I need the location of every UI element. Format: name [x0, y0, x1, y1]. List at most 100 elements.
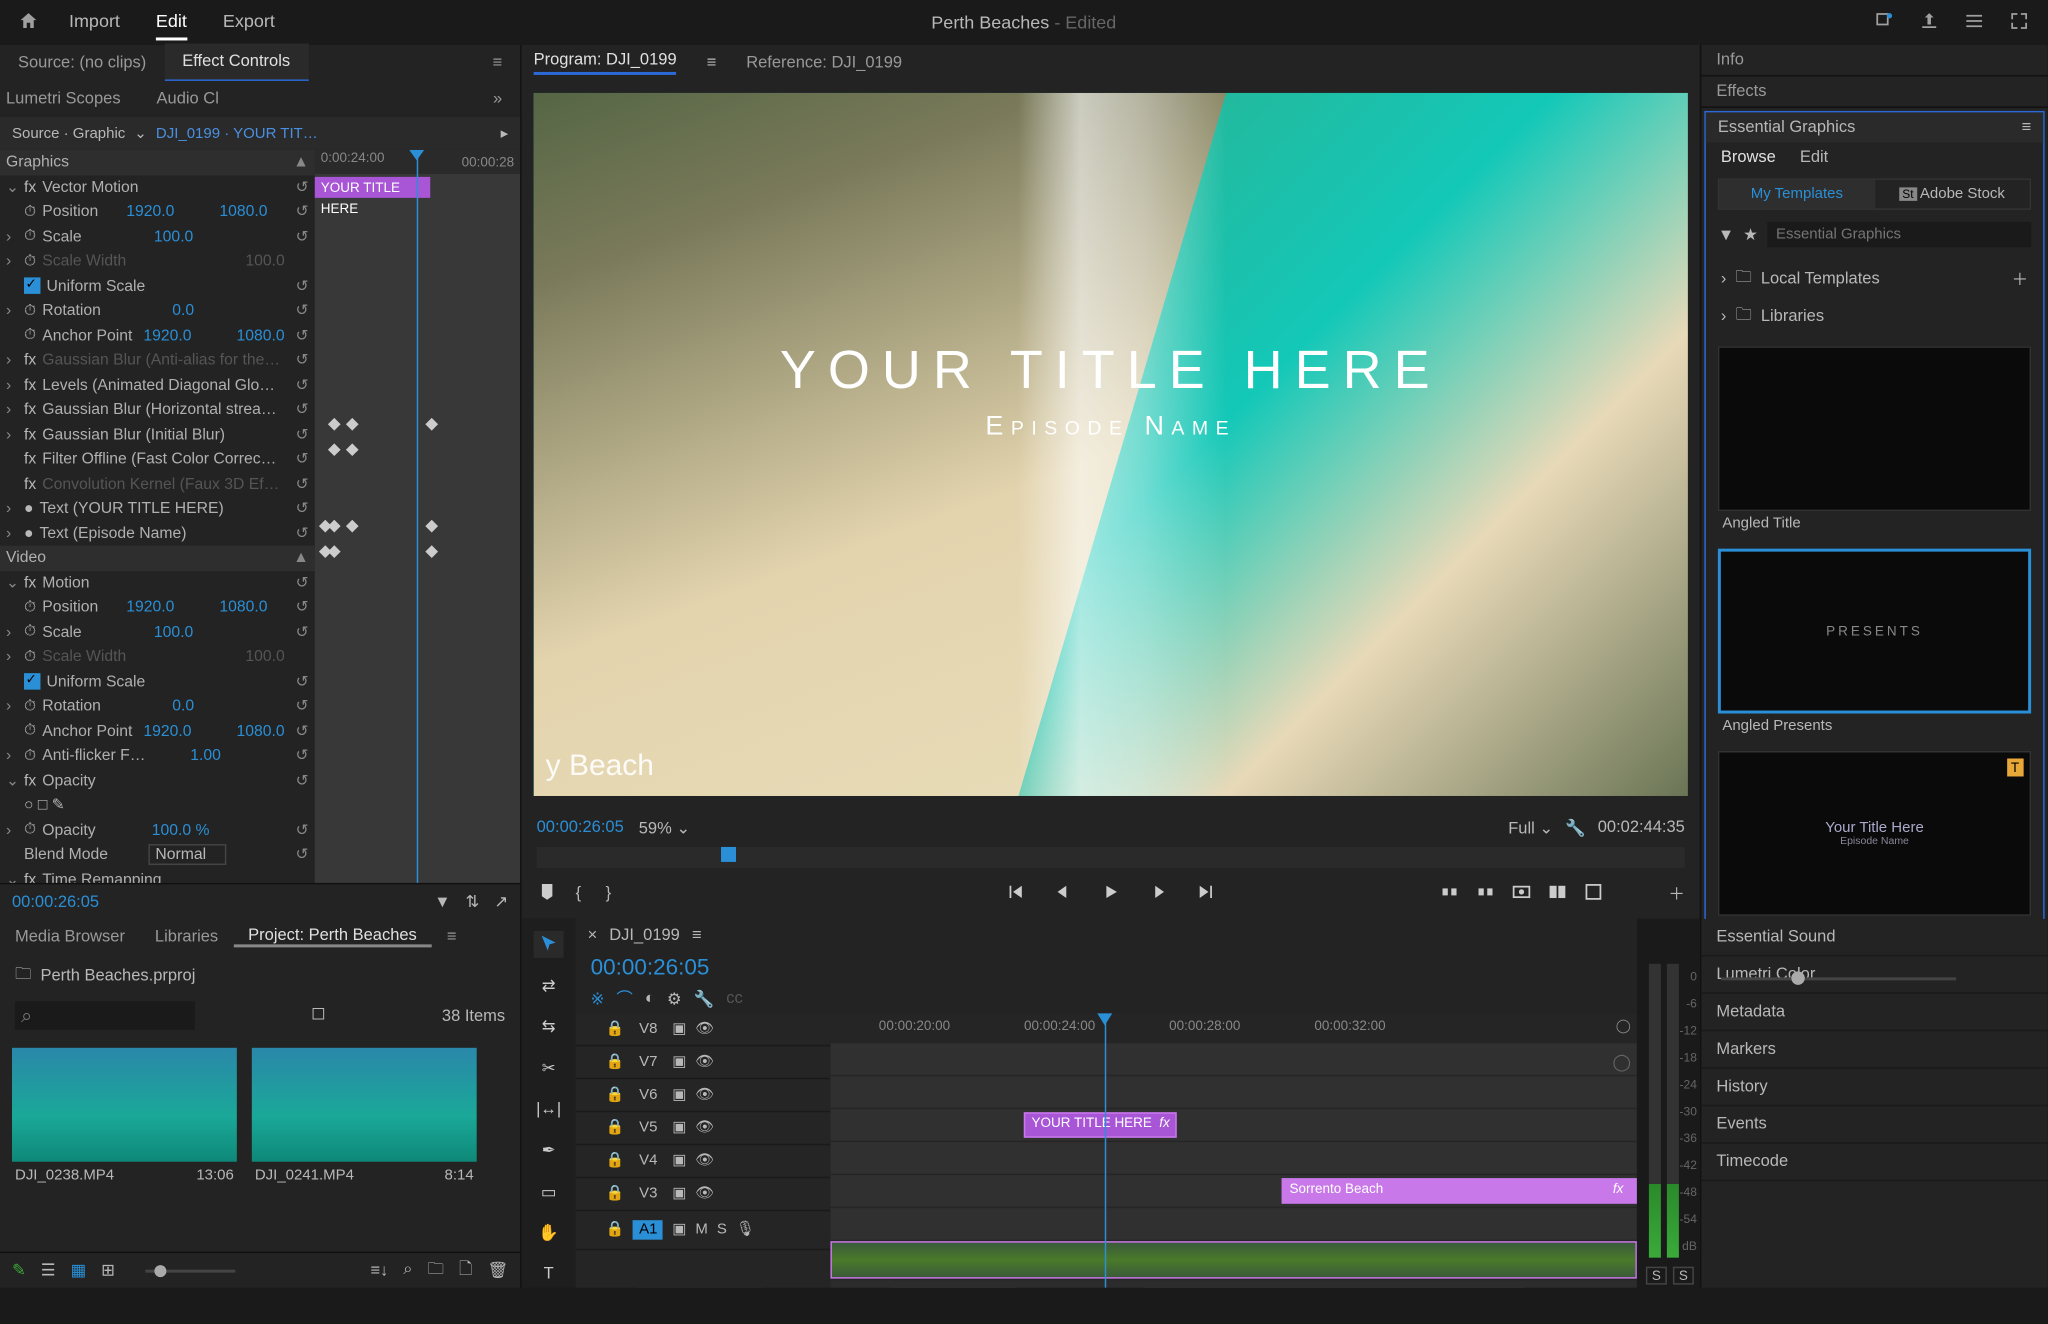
- program-monitor-preview[interactable]: YOUR TITLE HERE Episode Name y Beach: [534, 93, 1688, 796]
- panel-overflow-icon[interactable]: »: [475, 81, 520, 117]
- tl-snap-icon[interactable]: ※: [591, 989, 605, 1008]
- eg-tab-edit[interactable]: Edit: [1800, 148, 1828, 166]
- timeline-menu-icon[interactable]: ≡: [692, 926, 702, 944]
- tl-settings-icon[interactable]: ⚙: [667, 989, 682, 1008]
- program-tab[interactable]: Program: DJI_0199: [534, 51, 677, 75]
- fx-keyframe-area[interactable]: 0:00:24:00 00:00:28 YOUR TITLE HERE: [315, 150, 520, 883]
- tl-wrench-icon[interactable]: 🔧: [694, 989, 715, 1008]
- add-marker-icon[interactable]: [537, 881, 558, 906]
- go-to-out-icon[interactable]: [1196, 881, 1217, 906]
- timeline-playhead[interactable]: [1105, 1013, 1106, 1287]
- fx-rotation[interactable]: Rotation: [42, 302, 101, 320]
- proj-tab-menu-icon[interactable]: ≡: [432, 928, 472, 946]
- workspace-icon[interactable]: [1964, 10, 1985, 35]
- mark-in-icon[interactable]: {: [576, 884, 582, 902]
- panel-metadata[interactable]: Metadata: [1701, 994, 2047, 1031]
- program-zoom-dropdown[interactable]: 59% ⌄: [639, 818, 690, 837]
- fx-section-graphics[interactable]: Graphics: [6, 153, 69, 171]
- safe-margins-icon[interactable]: [1583, 881, 1604, 906]
- track-v4[interactable]: V4: [633, 1153, 663, 1169]
- timeline-timecode[interactable]: 00:00:26:05: [576, 952, 1637, 983]
- share-icon[interactable]: [1919, 10, 1940, 35]
- tool-razor[interactable]: ✂: [534, 1055, 564, 1081]
- fx-head-play-icon[interactable]: ▸: [501, 125, 509, 141]
- fx-convolution[interactable]: Convolution Kernel (Faux 3D Ef…: [42, 475, 279, 493]
- program-fit-dropdown[interactable]: Full ⌄: [1508, 818, 1553, 837]
- export-frame-icon[interactable]: [1511, 881, 1532, 906]
- fx-blend-mode[interactable]: Blend Mode: [24, 846, 108, 864]
- fx-position[interactable]: Position: [42, 203, 98, 221]
- panel-markers[interactable]: Markers: [1701, 1031, 2047, 1068]
- panel-timecode[interactable]: Timecode: [1701, 1144, 2047, 1181]
- panel-tab-audio[interactable]: Audio Cl: [139, 81, 237, 117]
- panel-events[interactable]: Events: [1701, 1106, 2047, 1143]
- fx-section-video[interactable]: Video: [6, 549, 46, 567]
- comparison-icon[interactable]: [1547, 881, 1568, 906]
- panel-menu-icon[interactable]: ≡: [475, 45, 521, 81]
- proj-tab-project[interactable]: Project: Perth Beaches: [233, 926, 432, 947]
- wrench-icon[interactable]: 🔧: [1565, 818, 1586, 837]
- fx-text-title[interactable]: Text (YOUR TITLE HERE): [39, 500, 223, 518]
- step-forward-icon[interactable]: [1148, 881, 1169, 906]
- eg-tree-local[interactable]: ›🗀Local Templates＋: [1721, 259, 2028, 296]
- panel-tab-lumetri[interactable]: Lumetri Scopes: [0, 81, 139, 117]
- timeline-ruler[interactable]: 00:00:20:00 00:00:24:00 00:00:28:00 00:0…: [830, 1013, 1636, 1043]
- eg-template-angled-presents[interactable]: PRESENTS Angled Presents: [1718, 549, 2031, 739]
- tl-captions-icon[interactable]: cc: [726, 989, 742, 1007]
- lift-icon[interactable]: [1439, 881, 1460, 906]
- eg-template-angled-title[interactable]: Angled Title: [1718, 346, 2031, 536]
- extract-icon[interactable]: [1475, 881, 1496, 906]
- program-tab-menu-icon[interactable]: ≡: [707, 54, 717, 72]
- proj-delete-icon[interactable]: 🗑: [487, 1261, 508, 1280]
- proj-tab-media-browser[interactable]: Media Browser: [0, 928, 140, 946]
- fx-time-remap[interactable]: Time Remapping: [42, 871, 161, 883]
- top-tab-import[interactable]: Import: [69, 4, 120, 40]
- tool-ripple[interactable]: ⇆: [534, 1014, 564, 1040]
- step-back-icon[interactable]: [1052, 881, 1073, 906]
- tl-link-icon[interactable]: ⌒: [616, 986, 632, 1010]
- solo-left[interactable]: S: [1646, 1267, 1667, 1285]
- track-a1[interactable]: A1: [633, 1220, 663, 1239]
- proj-freeform-icon[interactable]: ⊞: [101, 1261, 115, 1280]
- timeline-sequence-name[interactable]: DJI_0199: [609, 926, 680, 944]
- top-tab-export[interactable]: Export: [223, 4, 275, 40]
- fx-crumb-clip[interactable]: DJI_0199 · YOUR TIT…: [156, 125, 318, 141]
- top-tab-edit[interactable]: Edit: [156, 4, 187, 40]
- proj-new-item-icon[interactable]: 🗋: [459, 1256, 472, 1284]
- fullscreen-icon[interactable]: [2009, 10, 2030, 35]
- tool-type[interactable]: T: [534, 1261, 564, 1287]
- project-search-input[interactable]: [15, 1001, 195, 1029]
- eg-menu-icon[interactable]: ≡: [2022, 118, 2032, 136]
- proj-new-bin-icon[interactable]: 🗀: [427, 1256, 443, 1284]
- fx-footer-timecode[interactable]: 00:00:26:05: [12, 893, 99, 911]
- timeline-clip-title[interactable]: YOUR TITLE HEREfx: [1024, 1112, 1177, 1137]
- fx-gblur-initial[interactable]: Gaussian Blur (Initial Blur): [42, 425, 225, 443]
- track-v7[interactable]: V7: [633, 1054, 663, 1070]
- tool-rectangle[interactable]: ▭: [534, 1179, 564, 1205]
- uniform-scale-checkbox-2[interactable]: [24, 673, 40, 689]
- eg-tree-libraries[interactable]: ›🗀Libraries: [1721, 297, 2028, 334]
- eg-favorite-icon[interactable]: ★: [1743, 225, 1758, 244]
- mark-out-icon[interactable]: }: [606, 884, 612, 902]
- solo-right[interactable]: S: [1673, 1267, 1694, 1285]
- project-clip-0[interactable]: DJI_0238.MP413:06: [12, 1048, 237, 1240]
- eg-toggle-my-templates[interactable]: My Templates: [1719, 180, 1874, 208]
- tool-hand[interactable]: ✋: [534, 1220, 564, 1246]
- fx-opacity[interactable]: Opacity: [42, 772, 95, 790]
- fx-motion[interactable]: Motion: [42, 574, 89, 592]
- fx-gblur-horiz[interactable]: Gaussian Blur (Horizontal strea…: [42, 401, 276, 419]
- timeline-clip-sorrento[interactable]: Sorrento Beachfx: [1282, 1178, 1637, 1203]
- fx-clip-bar[interactable]: YOUR TITLE HERE: [315, 177, 430, 198]
- proj-write-icon[interactable]: ✎: [12, 1261, 26, 1280]
- proj-tab-libraries[interactable]: Libraries: [140, 928, 233, 946]
- tool-track-select[interactable]: ⇄: [534, 972, 564, 998]
- fx-vector-motion[interactable]: Vector Motion: [42, 178, 138, 196]
- program-scrubber[interactable]: [537, 847, 1685, 868]
- fx-levels[interactable]: Levels (Animated Diagonal Glo…: [42, 376, 275, 394]
- fx-text-episode[interactable]: Text (Episode Name): [39, 524, 186, 542]
- tool-pen[interactable]: ✒: [534, 1137, 564, 1163]
- panel-effects[interactable]: Effects: [1701, 76, 2047, 107]
- proj-auto-sequence-icon[interactable]: ≡↓: [370, 1261, 388, 1279]
- fx-filter-offline[interactable]: Filter Offline (Fast Color Correc…: [42, 450, 276, 468]
- timeline-clip-audio[interactable]: [830, 1241, 1636, 1278]
